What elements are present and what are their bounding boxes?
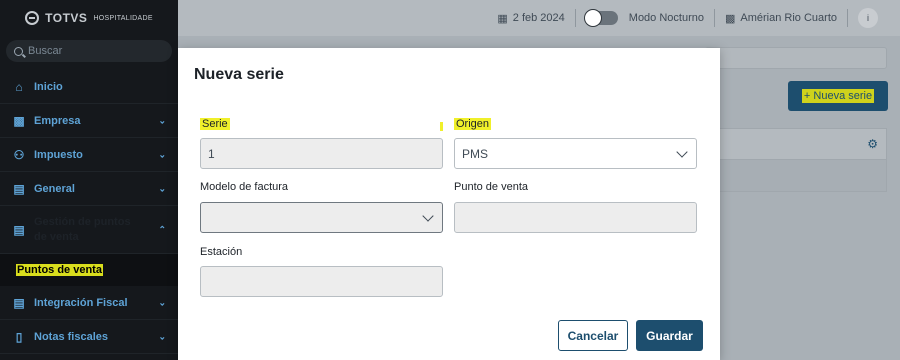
sidebar-item-empresa[interactable]: ▩ Empresa ⌄ [0,104,178,138]
sidebar-item-gestion-puntos-venta[interactable]: ▤ Gestión de puntos de venta ⌃ [0,206,178,254]
origen-select[interactable]: PMS [454,138,697,169]
toggle-switch[interactable] [583,9,618,27]
search-icon [14,46,23,56]
brand-logo: TOTVS HOSPITALIDADE [0,0,178,36]
chevron-down-icon: ⌄ [158,183,166,193]
top-bar: ▦ 2 feb 2024 Modo Nocturno ▩ Amérian Rio… [178,0,900,36]
new-serie-button[interactable]: + Nueva serie [788,81,888,111]
hotel-name: Amérian Rio Cuarto [740,12,837,24]
date-display[interactable]: ▦ 2 feb 2024 [487,9,576,27]
origen-label: Origen [454,118,492,130]
origen-label-text: Origen [454,118,492,130]
serie-input[interactable]: 1 [200,138,443,169]
sidebar-item-label: Impuesto [34,148,83,161]
night-mode-label: Modo Nocturno [628,12,704,24]
sidebar-menu: ⌂ Inicio ▩ Empresa ⌄ ⚇ Impuesto ⌄ ▤ Gene… [0,70,178,354]
new-serie-modal: Nueva serie Serie 1 Origen PMS Modelo de… [178,48,720,360]
cancel-button[interactable]: Cancelar [558,320,628,351]
building-icon: ▩ [13,113,25,128]
chevron-down-icon: ⌄ [158,297,166,307]
punto-venta-input[interactable] [454,202,697,233]
sidebar-subitem-puntos-venta[interactable]: Puntos de venta [0,254,178,286]
modelo-label: Modelo de factura [200,181,289,193]
sidebar-item-integracion-fiscal[interactable]: ▤ Integración Fiscal ⌄ [0,286,178,320]
chevron-down-icon: ⌄ [158,331,166,341]
chevron-down-icon: ⌄ [158,149,166,159]
modal-title: Nueva serie [194,66,284,83]
serie-value: 1 [208,146,215,161]
serie-label: Serie [200,118,230,130]
date-text: 2 feb 2024 [512,12,565,24]
document-icon: ▤ [13,295,25,310]
new-serie-button-label: + Nueva serie [801,89,875,103]
box-icon: ⚇ [13,147,25,162]
chevron-up-icon: ⌃ [158,224,166,234]
document-icon: ▤ [13,181,25,196]
serie-label-text: Serie [200,118,230,130]
sidebar-item-label: Integración Fiscal [34,296,128,309]
sidebar-item-label: Gestión de puntos de venta [34,215,131,243]
sidebar-item-label: Empresa [34,114,81,127]
estacion-input[interactable] [200,266,443,297]
estacion-label: Estación [200,246,243,258]
highlight-mark [440,122,443,131]
sidebar-item-inicio[interactable]: ⌂ Inicio [0,70,178,104]
chevron-down-icon: ⌄ [158,115,166,125]
table-header: ⚙ [705,128,887,160]
modelo-select[interactable] [200,202,443,233]
punto-venta-label: Punto de venta [454,181,529,193]
search-input[interactable]: Buscar [6,40,172,62]
search-placeholder: Buscar [28,45,63,57]
hotel-selector[interactable]: ▩ Amérian Rio Cuarto [715,9,848,27]
sidebar-item-notas-fiscales[interactable]: ▯ Notas fiscales ⌄ [0,320,178,354]
calendar-icon: ▦ [497,12,508,25]
sidebar-subitem-label: Puntos de venta [16,264,103,276]
info-wrapper: i [848,8,888,28]
sidebar-item-impuesto[interactable]: ⚇ Impuesto ⌄ [0,138,178,172]
sidebar: TOTVS HOSPITALIDADE Buscar ⌂ Inicio ▩ Em… [0,0,178,360]
brand-tagline: HOSPITALIDADE [93,14,153,22]
sidebar-item-label: Inicio [34,80,63,93]
file-icon: ▯ [15,329,23,344]
document-icon: ▤ [13,222,25,237]
chevron-down-icon [676,145,688,158]
gear-icon[interactable]: ⚙ [867,137,878,151]
save-button[interactable]: Guardar [636,320,703,351]
filter-input[interactable] [705,47,887,69]
brand-name: TOTVS [45,11,88,25]
origen-value: PMS [462,146,489,161]
sidebar-item-label: Notas fiscales [34,330,108,343]
night-mode-toggle[interactable]: Modo Nocturno [576,9,715,27]
totvs-logo-icon [25,11,40,25]
sidebar-item-general[interactable]: ▤ General ⌄ [0,172,178,206]
info-button[interactable]: i [858,8,878,28]
home-icon: ⌂ [15,79,23,94]
sidebar-item-label: General [34,182,75,195]
hotel-icon: ▩ [725,12,736,25]
table-row [705,160,887,192]
chevron-down-icon [422,209,434,222]
